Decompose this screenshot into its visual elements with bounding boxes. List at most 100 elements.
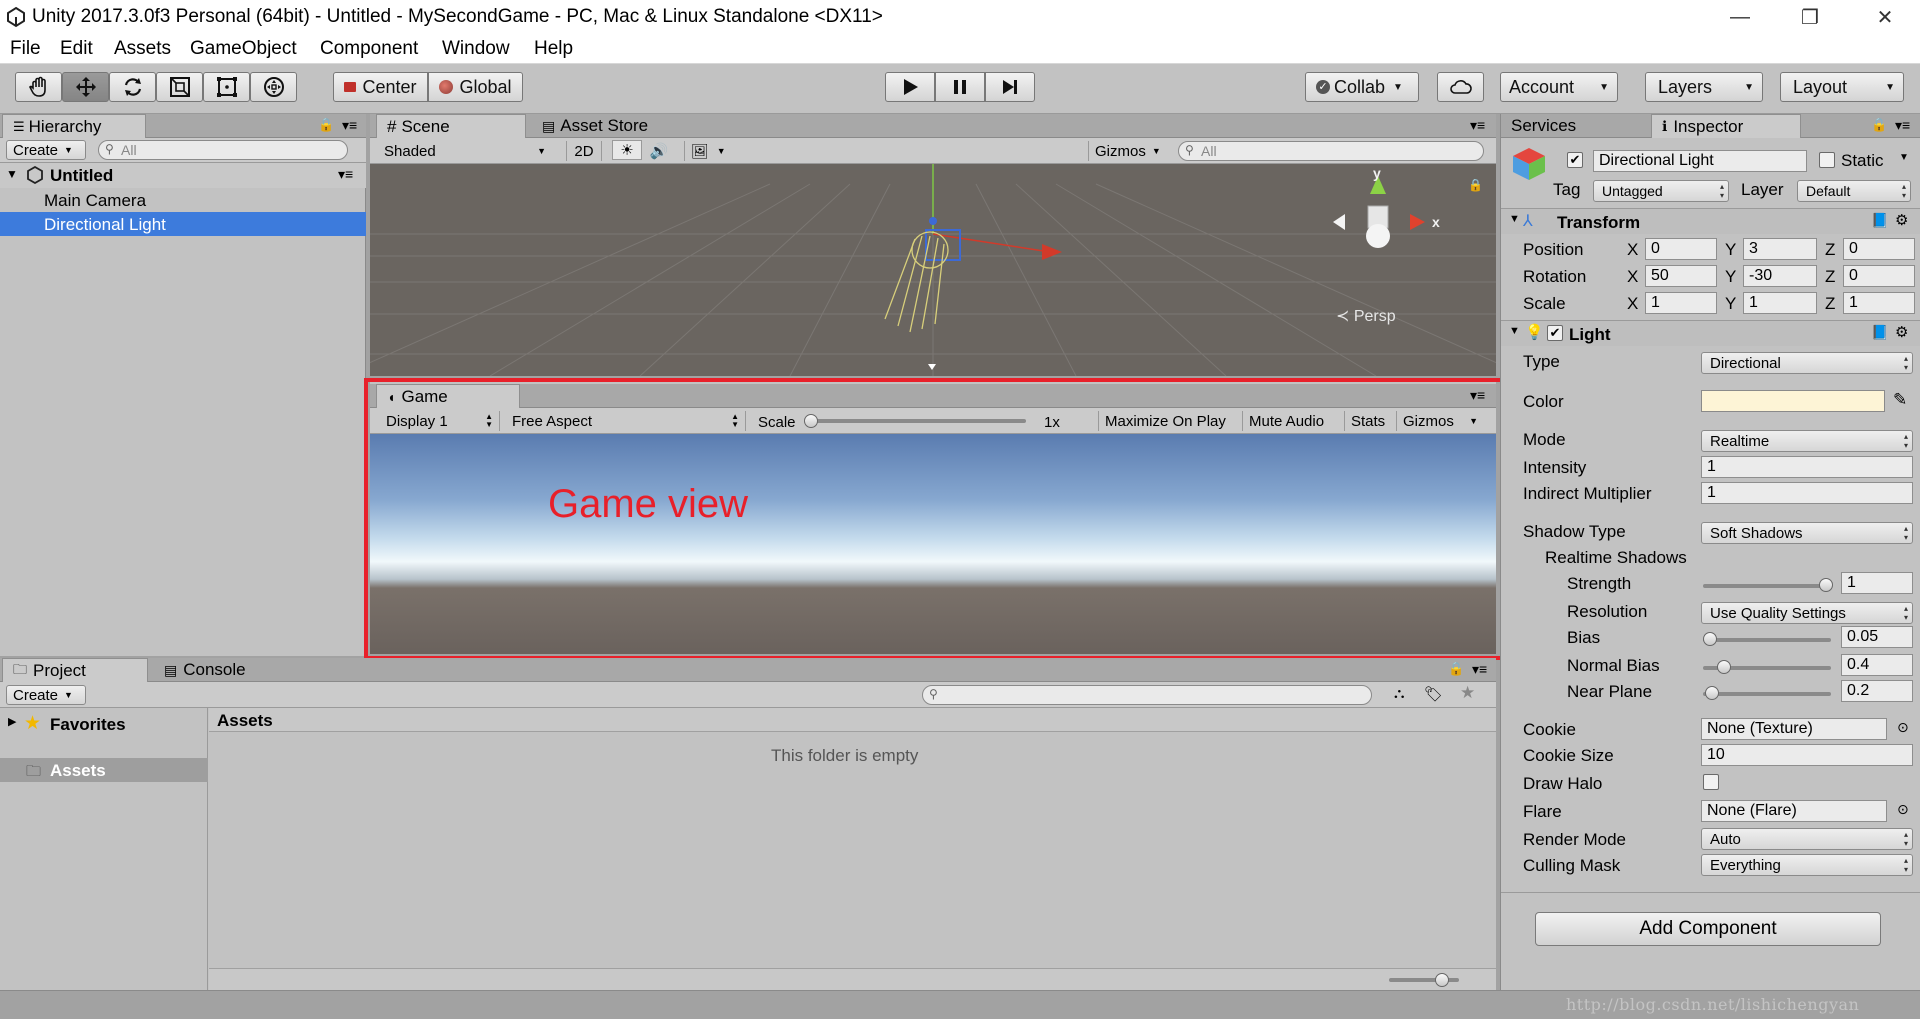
scale-slider-handle[interactable] [804, 414, 818, 428]
menu-assets[interactable]: Assets [114, 38, 171, 60]
strength-input[interactable]: 1 [1841, 572, 1913, 594]
transform-header[interactable]: ▼ ⅄ Transform 📘 ⚙ [1501, 208, 1920, 234]
project-create-dropdown[interactable]: Create ▼ [6, 685, 86, 705]
menu-gameobject[interactable]: GameObject [190, 38, 297, 60]
panel-menu-icon[interactable]: ▾≡ [1470, 387, 1485, 404]
scale-y-input[interactable]: 1 [1743, 292, 1817, 314]
expand-triangle-icon[interactable]: ▶ [8, 715, 16, 728]
menu-file[interactable]: File [10, 38, 41, 60]
collab-dropdown[interactable]: ✓ Collab ▼ [1305, 72, 1419, 102]
game-gizmos-dropdown[interactable]: Gizmos ▼ [1396, 411, 1484, 431]
scene-effects-dropdown[interactable]: 🖼 ▼ [684, 141, 734, 161]
indirect-multiplier-input[interactable]: 1 [1701, 482, 1913, 504]
stats-toggle[interactable]: Stats [1344, 411, 1391, 431]
rect-tool-button[interactable] [203, 72, 250, 102]
step-button[interactable] [985, 72, 1035, 102]
bias-input[interactable]: 0.05 [1841, 626, 1913, 648]
intensity-input[interactable]: 1 [1701, 456, 1913, 478]
near-plane-input[interactable]: 0.2 [1841, 680, 1913, 702]
icon-size-slider-handle[interactable] [1435, 973, 1449, 987]
pivot-global-toggle[interactable]: Global [428, 72, 523, 102]
rotation-z-input[interactable]: 0 [1843, 265, 1915, 287]
panel-menu-icon[interactable]: ▾≡ [1895, 117, 1910, 134]
pivot-center-toggle[interactable]: Center [333, 72, 428, 102]
panel-menu-icon[interactable]: ▾≡ [1472, 661, 1487, 678]
type-dropdown[interactable]: Directional [1701, 352, 1913, 374]
object-name-input[interactable]: Directional Light [1593, 150, 1807, 172]
caret-down-icon[interactable]: ▼ [1899, 152, 1909, 163]
menu-component[interactable]: Component [320, 38, 418, 60]
scale-tool-button[interactable] [156, 72, 203, 102]
position-z-input[interactable]: 0 [1843, 238, 1915, 260]
rotation-y-input[interactable]: -30 [1743, 265, 1817, 287]
active-checkbox[interactable]: ✔ [1567, 152, 1583, 168]
expand-triangle-icon[interactable]: ▼ [6, 167, 18, 181]
scale-x-input[interactable]: 1 [1645, 292, 1717, 314]
add-component-button[interactable]: Add Component [1535, 912, 1881, 946]
static-checkbox[interactable] [1819, 152, 1835, 168]
hierarchy-item-main-camera[interactable]: Main Camera [0, 188, 366, 212]
expand-triangle-icon[interactable]: ▼ [1509, 213, 1520, 225]
bias-slider-handle[interactable] [1703, 632, 1717, 646]
cookie-size-input[interactable]: 10 [1701, 744, 1913, 766]
help-book-icon[interactable]: 📘 [1871, 324, 1888, 341]
layout-dropdown[interactable]: Layout ▼ [1780, 72, 1904, 102]
object-picker-icon[interactable]: ⊙ [1897, 801, 1909, 818]
pause-button[interactable] [935, 72, 985, 102]
hierarchy-item-directional-light[interactable]: Directional Light [0, 212, 366, 236]
cookie-object-field[interactable]: None (Texture) [1701, 718, 1887, 740]
projection-toggle[interactable]: ≺ Persp [1336, 306, 1396, 326]
position-x-input[interactable]: 0 [1645, 238, 1717, 260]
gear-icon[interactable]: ⚙ [1895, 211, 1908, 229]
panel-menu-icon[interactable]: ▾≡ [342, 117, 357, 134]
strength-slider-handle[interactable] [1819, 578, 1833, 592]
mode-2d-toggle[interactable]: 2D [566, 141, 602, 161]
scale-z-input[interactable]: 1 [1843, 292, 1915, 314]
assets-folder-row[interactable]: 🗀 Assets [0, 758, 208, 782]
scene-audio-toggle[interactable]: 🔊 [644, 141, 674, 161]
normal-bias-slider-handle[interactable] [1717, 660, 1731, 674]
eyedropper-icon[interactable]: ✎ [1893, 390, 1907, 410]
panel-menu-icon[interactable]: ▾≡ [1470, 117, 1485, 134]
hierarchy-search-input[interactable]: ⚲ All [98, 140, 348, 160]
strength-slider-track[interactable] [1703, 584, 1831, 588]
tab-hierarchy[interactable]: ☰ Hierarchy [2, 114, 146, 138]
shading-mode-dropdown[interactable]: Shaded ▼ [378, 141, 552, 161]
layer-dropdown[interactable]: Default [1797, 180, 1911, 202]
shadow-type-dropdown[interactable]: Soft Shadows [1701, 522, 1913, 544]
menu-edit[interactable]: Edit [60, 38, 93, 60]
tag-dropdown[interactable]: Untagged [1593, 180, 1729, 202]
culling-mask-dropdown[interactable]: Everything [1701, 854, 1913, 876]
rotate-tool-button[interactable] [109, 72, 156, 102]
scale-slider-track[interactable] [810, 419, 1026, 423]
cloud-button[interactable] [1437, 72, 1484, 102]
move-tool-button[interactable] [62, 72, 109, 102]
tab-asset-store[interactable]: ▤ Asset Store [532, 114, 682, 138]
game-viewport[interactable]: Game view [370, 434, 1496, 654]
project-search-input[interactable]: ⚲ [922, 685, 1372, 705]
hand-tool-button[interactable] [15, 72, 62, 102]
menu-window[interactable]: Window [442, 38, 510, 60]
color-swatch[interactable] [1701, 390, 1885, 412]
layers-dropdown[interactable]: Layers ▼ [1645, 72, 1763, 102]
favorites-row[interactable]: ▶ ★ Favorites [0, 712, 208, 736]
play-button[interactable] [885, 72, 935, 102]
flare-object-field[interactable]: None (Flare) [1701, 800, 1887, 822]
render-mode-dropdown[interactable]: Auto [1701, 828, 1913, 850]
menu-help[interactable]: Help [534, 38, 573, 60]
account-dropdown[interactable]: Account ▼ [1500, 72, 1618, 102]
lock-icon[interactable]: 🔒 [1448, 661, 1464, 677]
tab-console[interactable]: ▤ Console [154, 658, 294, 682]
minimize-button[interactable]: — [1705, 0, 1775, 34]
scene-viewport[interactable]: y x 🔒 ≺ Persp [370, 164, 1496, 376]
tab-scene[interactable]: # Scene [376, 114, 526, 138]
lock-icon[interactable]: 🔒 [318, 117, 334, 133]
tab-project[interactable]: 🗀 Project [2, 658, 148, 682]
scene-gizmos-dropdown[interactable]: Gizmos ▼ [1088, 141, 1166, 161]
tab-services[interactable]: Services [1501, 114, 1649, 138]
maximize-button[interactable]: ❐ [1775, 0, 1845, 34]
near-plane-slider-track[interactable] [1703, 692, 1831, 696]
hierarchy-scene-row[interactable]: ▼ Untitled ▾≡ [0, 163, 366, 188]
gear-icon[interactable]: ⚙ [1895, 323, 1908, 341]
mute-audio-toggle[interactable]: Mute Audio [1242, 411, 1330, 431]
